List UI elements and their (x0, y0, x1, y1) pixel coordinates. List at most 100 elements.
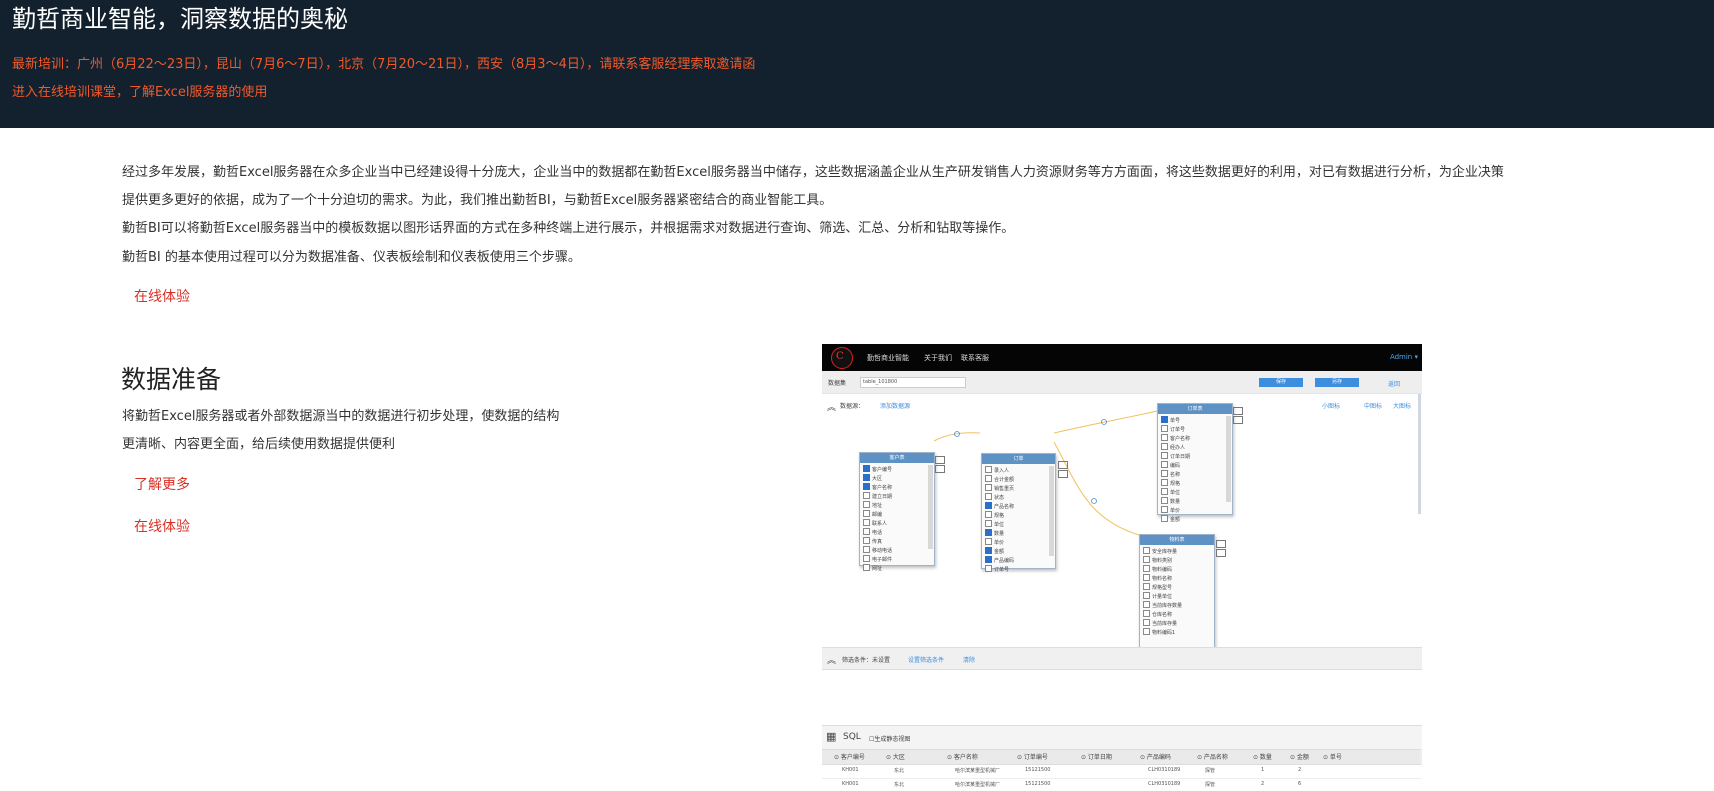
field-checkbox[interactable] (863, 555, 870, 562)
field-checkbox[interactable] (1161, 443, 1168, 450)
field-checkbox[interactable] (863, 483, 870, 490)
table-field[interactable]: 订单日期 (1161, 452, 1190, 461)
field-checkbox[interactable] (1143, 592, 1150, 599)
table-grid-icon[interactable] (1058, 461, 1068, 469)
field-checkbox[interactable] (1143, 601, 1150, 608)
table-field[interactable]: 规格 (985, 511, 1014, 520)
field-checkbox[interactable] (985, 502, 992, 509)
field-checkbox[interactable] (863, 510, 870, 517)
try-online-link[interactable]: 在线体验 (134, 287, 190, 307)
table-field[interactable]: 录入人 (985, 466, 1014, 475)
table-list-icon[interactable] (1058, 470, 1068, 478)
table-list-icon[interactable] (1233, 416, 1243, 424)
table-field[interactable]: 数量 (1161, 497, 1190, 506)
field-checkbox[interactable] (1143, 583, 1150, 590)
field-checkbox[interactable] (1161, 506, 1168, 513)
table-field[interactable]: 订单号 (1161, 425, 1190, 434)
admin-menu[interactable]: Admin ▾ (1390, 353, 1418, 361)
table-field[interactable]: 单号 (1161, 416, 1190, 425)
column-header[interactable]: ⊙ 客户编号 (834, 752, 865, 761)
table-field[interactable]: 电话 (863, 528, 892, 537)
nav-item-contact[interactable]: 联系客服 (961, 353, 989, 363)
field-checkbox[interactable] (1161, 434, 1168, 441)
field-checkbox[interactable] (1161, 479, 1168, 486)
table-field[interactable]: 当前库存量 (1143, 619, 1182, 628)
table-field[interactable]: 客户名称 (863, 483, 892, 492)
table-field[interactable]: 电子邮件 (863, 555, 892, 564)
table-field[interactable]: 联系人 (863, 519, 892, 528)
field-checkbox[interactable] (985, 466, 992, 473)
field-checkbox[interactable] (863, 564, 870, 571)
field-checkbox[interactable] (985, 511, 992, 518)
field-checkbox[interactable] (863, 528, 870, 535)
field-checkbox[interactable] (1143, 547, 1150, 554)
canvas-scrollbar[interactable] (1418, 394, 1421, 514)
collapse-icon[interactable]: ︽ (827, 653, 836, 666)
table-field[interactable]: 订单号 (985, 565, 1014, 574)
field-checkbox[interactable] (985, 529, 992, 536)
dataset-input[interactable]: table_101800 (860, 377, 966, 388)
table-field[interactable]: 物料编码 (1143, 565, 1182, 574)
table-field[interactable]: 规格 (1161, 479, 1190, 488)
table-field[interactable]: 金额 (985, 547, 1014, 556)
save-as-button[interactable]: 另存 (1315, 378, 1359, 387)
field-checkbox[interactable] (1143, 565, 1150, 572)
field-checkbox[interactable] (985, 520, 992, 527)
table-grid-icon[interactable] (1233, 407, 1243, 415)
online-course-link[interactable]: 进入在线培训课堂，了解Excel服务器的使用 (12, 84, 267, 102)
field-checkbox[interactable] (1143, 610, 1150, 617)
table-field[interactable]: 名称 (1161, 470, 1190, 479)
table-field[interactable]: 地址 (863, 501, 892, 510)
static-view-checkbox[interactable]: ☐生成静态视图 (869, 734, 910, 743)
table-field[interactable]: 客户编号 (863, 465, 892, 474)
clear-filter-link[interactable]: 清除 (963, 655, 975, 664)
field-checkbox[interactable] (1143, 556, 1150, 563)
table-list-icon[interactable] (1216, 549, 1226, 557)
field-checkbox[interactable] (1161, 470, 1168, 477)
table-card-material[interactable]: 物料表 安全库存量 物料类别 物料编码 物料名称 规格型号 计量单位 当前库存数量 仓库名称当… (1139, 534, 1215, 648)
table-field[interactable]: 单位 (985, 520, 1014, 529)
table-list-icon[interactable] (935, 465, 945, 473)
set-filter-link[interactable]: 设置筛选条件 (908, 655, 944, 664)
table-field[interactable]: 规格型号 (1143, 583, 1182, 592)
table-card-customer[interactable]: 客户表 客户编号 大区 客户名称 建立日期 地址 邮编 联系人 电话 传真 移动电话 电子邮件 网址 (859, 452, 935, 572)
field-checkbox[interactable] (985, 538, 992, 545)
table-field[interactable]: 经办人 (1161, 443, 1190, 452)
save-button[interactable]: 保存 (1259, 378, 1303, 387)
field-checkbox[interactable] (1161, 515, 1168, 522)
table-field[interactable]: 产品编码 (985, 556, 1014, 565)
table-grid-icon[interactable] (1216, 540, 1226, 548)
table-field[interactable]: 物料类别 (1143, 556, 1182, 565)
field-checkbox[interactable] (1161, 488, 1168, 495)
table-field[interactable]: 销售重页 (985, 484, 1014, 493)
field-checkbox[interactable] (1143, 574, 1150, 581)
nav-item-bi[interactable]: 勤哲商业智能 (867, 353, 909, 363)
table-field[interactable]: 数量 (985, 529, 1014, 538)
table-field[interactable]: 物料编码1 (1143, 628, 1182, 637)
back-link[interactable]: 返回 (1388, 379, 1400, 388)
column-header[interactable]: ⊙ 订单日期 (1081, 752, 1112, 761)
table-card-order[interactable]: 订单 录入人 合计金额 销售重页 状态 产品名称 规格 单位 数量 单价 金额 产品编码 订单号 (981, 453, 1056, 573)
table-field[interactable]: 建立日期 (863, 492, 892, 501)
field-checkbox[interactable] (863, 492, 870, 499)
column-header[interactable]: ⊙ 产品名称 (1197, 752, 1228, 761)
table-field[interactable]: 仓库名称 (1143, 610, 1182, 619)
field-checkbox[interactable] (863, 519, 870, 526)
table-row[interactable]: KH001 东北 哈尔滨某重型机械厂 15121500 CLH0310189 探管 2 6 (822, 778, 1422, 791)
table-field[interactable]: 邮编 (863, 510, 892, 519)
field-checkbox[interactable] (985, 565, 992, 572)
column-header[interactable]: ⊙ 订单编号 (1017, 752, 1048, 761)
column-header[interactable]: ⊙ 客户名称 (947, 752, 978, 761)
table-field[interactable]: 大区 (863, 474, 892, 483)
table-field[interactable]: 安全库存量 (1143, 547, 1182, 556)
table-field[interactable]: 客户名称 (1161, 434, 1190, 443)
learn-more-link[interactable]: 了解更多 (134, 475, 190, 495)
field-checkbox[interactable] (985, 493, 992, 500)
column-header[interactable]: ⊙ 大区 (886, 752, 905, 761)
field-checkbox[interactable] (1161, 461, 1168, 468)
table-field[interactable]: 物料名称 (1143, 574, 1182, 583)
table-field[interactable]: 合计金额 (985, 475, 1014, 484)
field-checkbox[interactable] (985, 556, 992, 563)
field-checkbox[interactable] (1161, 452, 1168, 459)
section-try-online-link[interactable]: 在线体验 (134, 517, 190, 537)
